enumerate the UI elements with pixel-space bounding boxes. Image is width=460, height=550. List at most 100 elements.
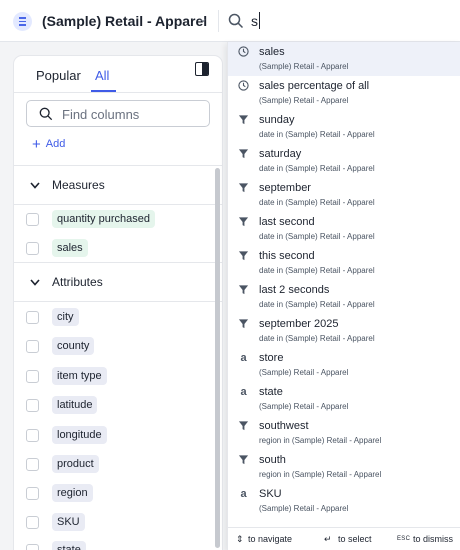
divider [218, 10, 219, 32]
checkbox[interactable] [26, 310, 39, 324]
measures-header[interactable]: Measures [30, 178, 105, 192]
filter-icon [238, 284, 249, 295]
plus-icon: + [32, 135, 41, 153]
list-item[interactable]: county [26, 337, 95, 355]
measures-label: Measures [52, 178, 105, 192]
attribute-chip[interactable]: latitude [52, 396, 98, 414]
divider [14, 165, 222, 166]
divider [14, 92, 222, 93]
suggestion-subtitle: date in (Sample) Retail - Apparel [259, 198, 375, 207]
list-item[interactable]: product [26, 455, 99, 473]
checkbox[interactable] [26, 339, 39, 353]
divider [14, 262, 222, 263]
list-item[interactable]: item type [26, 367, 107, 385]
list-item[interactable]: region [26, 484, 93, 502]
suggestion-item[interactable]: saturday date in (Sample) Retail - Appare… [228, 144, 460, 178]
checkbox[interactable] [26, 398, 39, 412]
enter-key-icon: ↵ [324, 534, 332, 544]
chevron-down-icon[interactable]: ⌄ [198, 11, 208, 25]
scrollbar[interactable] [215, 168, 220, 548]
checkbox[interactable] [26, 212, 39, 226]
divider [14, 204, 222, 205]
checkbox[interactable] [26, 241, 39, 255]
attribute-chip[interactable]: longitude [52, 426, 107, 444]
suggestion-title: last 2 seconds [259, 284, 330, 296]
suggestion-item[interactable]: last second date in (Sample) Retail - App… [228, 212, 460, 246]
filter-icon [238, 182, 249, 193]
suggestion-item[interactable]: southwest region in (Sample) Retail - App… [228, 416, 460, 450]
add-button[interactable]: + Add [32, 135, 66, 153]
datasource-selector[interactable]: (Sample) Retail - Apparel [42, 13, 207, 29]
suggestion-item[interactable]: this second date in (Sample) Retail - App… [228, 246, 460, 280]
suggestion-subtitle: date in (Sample) Retail - Apparel [259, 300, 375, 309]
select-hint: to select [338, 534, 372, 544]
suggestion-item[interactable]: a SKU (Sample) Retail - Apparel [228, 484, 460, 518]
tab-popular[interactable]: Popular [36, 68, 81, 83]
suggestion-subtitle: date in (Sample) Retail - Apparel [259, 266, 375, 275]
filter-icon [238, 454, 249, 465]
list-item[interactable]: city [26, 308, 79, 326]
filter-icon [238, 420, 249, 431]
divider [14, 301, 222, 302]
measure-chip[interactable]: sales [52, 239, 88, 257]
navigate-hint: to navigate [248, 534, 293, 544]
find-columns-input[interactable]: Find columns [26, 100, 210, 127]
suggestion-subtitle: date in (Sample) Retail - Apparel [259, 334, 375, 343]
suggestion-subtitle: (Sample) Retail - Apparel [259, 96, 349, 105]
find-columns-placeholder: Find columns [62, 107, 140, 122]
attribute-icon: a [240, 351, 247, 364]
tab-all[interactable]: All [95, 68, 109, 83]
navigate-key-icon: ⇕ [236, 534, 244, 544]
attribute-icon: a [240, 487, 247, 500]
filter-icon [238, 216, 249, 227]
filter-icon [238, 114, 249, 125]
suggestion-title: state [259, 386, 283, 398]
panel-layout-icon[interactable] [195, 62, 209, 76]
checkbox[interactable] [26, 515, 39, 529]
list-item[interactable]: sales [26, 239, 88, 257]
measure-chip[interactable]: quantity purchased [52, 210, 155, 228]
checkbox[interactable] [26, 486, 39, 500]
attribute-chip[interactable]: region [52, 484, 93, 502]
columns-panel: Popular All Find columns + Add Measures … [14, 56, 222, 550]
list-item[interactable]: SKU [26, 513, 85, 531]
attribute-chip[interactable]: item type [52, 367, 107, 385]
top-bar: (Sample) Retail - Apparel ⌄ s [0, 0, 460, 42]
suggestion-item[interactable]: sales percentage of all (Sample) Retail -… [228, 76, 460, 110]
attribute-chip[interactable]: product [52, 455, 99, 473]
suggestion-title: saturday [259, 148, 302, 160]
suggestion-item[interactable]: september date in (Sample) Retail - Appar… [228, 178, 460, 212]
list-item[interactable]: quantity purchased [26, 210, 155, 228]
list-item[interactable]: latitude [26, 396, 98, 414]
suggestion-item[interactable]: last 2 seconds date in (Sample) Retail - … [228, 280, 460, 314]
attribute-chip[interactable]: SKU [52, 513, 85, 531]
suggestion-item[interactable]: a store (Sample) Retail - Apparel [228, 348, 460, 382]
datasource-icon[interactable] [13, 12, 32, 31]
attributes-header[interactable]: Attributes [30, 275, 103, 289]
suggestion-item[interactable]: south region in (Sample) Retail - Apparel [228, 450, 460, 484]
suggestion-title: southwest [259, 420, 309, 432]
checkbox[interactable] [26, 428, 39, 442]
list-item[interactable]: longitude [26, 426, 107, 444]
suggestion-subtitle: (Sample) Retail - Apparel [259, 368, 349, 377]
escape-key-icon: ESC [397, 536, 411, 542]
filter-icon [238, 148, 249, 159]
search-input[interactable]: s [251, 13, 258, 29]
suggestion-item[interactable]: sales (Sample) Retail - Apparel [228, 42, 460, 76]
suggestion-subtitle: region in (Sample) Retail - Apparel [259, 470, 382, 479]
suggestion-title: this second [259, 250, 315, 262]
list-item[interactable]: state [26, 541, 86, 550]
attribute-chip[interactable]: state [52, 541, 86, 550]
suggestion-title: september [259, 182, 311, 194]
suggestion-item[interactable]: a state (Sample) Retail - Apparel [228, 382, 460, 416]
suggestion-subtitle: date in (Sample) Retail - Apparel [259, 164, 375, 173]
add-label: Add [45, 138, 66, 150]
checkbox[interactable] [26, 543, 39, 550]
suggestion-item[interactable]: sunday date in (Sample) Retail - Apparel [228, 110, 460, 144]
filter-icon [238, 318, 249, 329]
checkbox[interactable] [26, 457, 39, 471]
attribute-chip[interactable]: city [52, 308, 79, 326]
checkbox[interactable] [26, 369, 39, 383]
suggestion-item[interactable]: september 2025 date in (Sample) Retail - … [228, 314, 460, 348]
attribute-chip[interactable]: county [52, 337, 95, 355]
